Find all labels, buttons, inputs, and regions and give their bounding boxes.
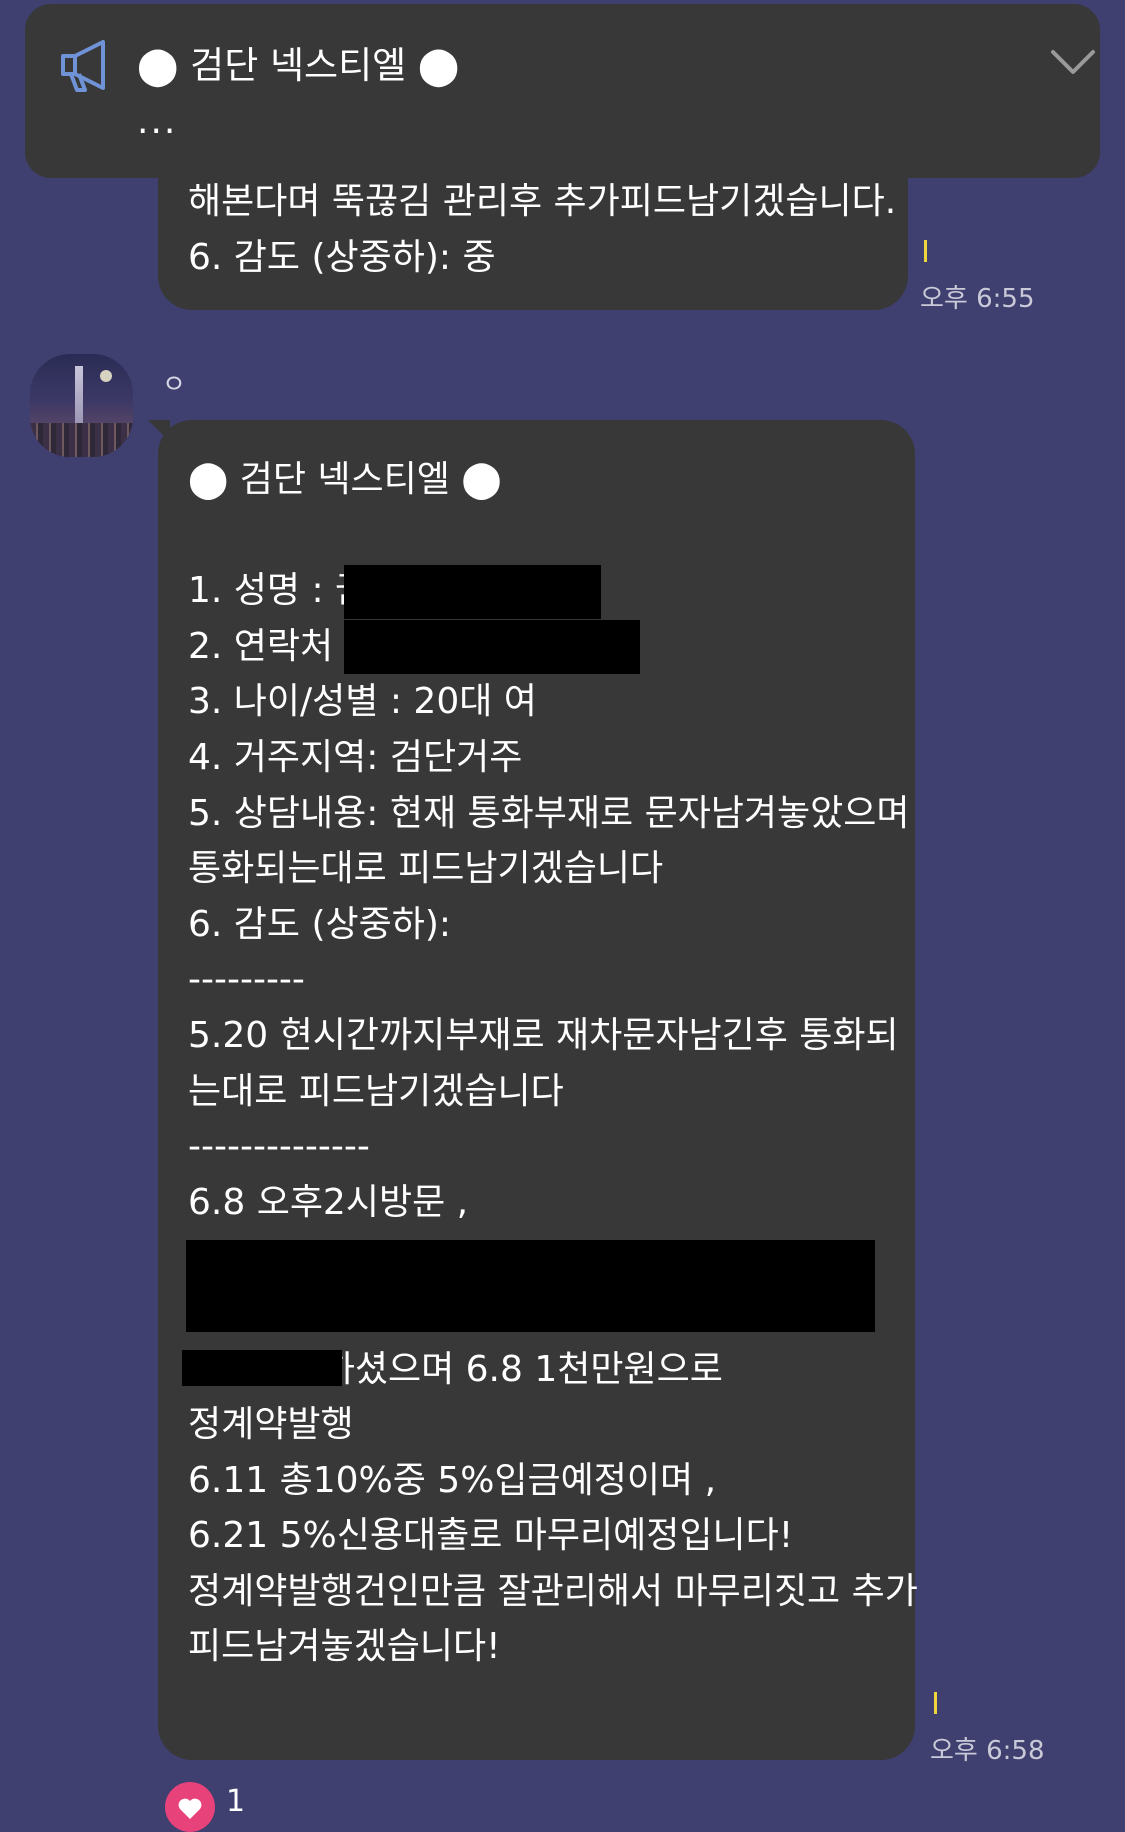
- unread-marker: [934, 1692, 937, 1714]
- message-bubble[interactable]: 해본다며 뚝끊김 관리후 추가피드남기겠습니다. 6. 감도 (상중하): 중: [158, 150, 908, 310]
- redaction-box: [182, 1350, 342, 1386]
- redaction-box: [344, 620, 640, 674]
- avatar[interactable]: [30, 354, 133, 457]
- message-line: [188, 508, 918, 564]
- notice-title: ⬤ 검단 넥스티엘 ⬤: [137, 44, 460, 87]
- message-line: 정계약발행: [188, 1404, 354, 1446]
- message-line: 4. 거주지역: 검단거주: [188, 736, 523, 778]
- message-line: 6.21 5%신용대출로 마무리예정입니다!: [188, 1515, 794, 1557]
- redaction-box: [186, 1240, 875, 1332]
- message-bubble[interactable]: ⬤ 검단 넥스티엘 ⬤ 1. 성명 : 권 2. 연락처 :3. 나이/성별 : 2…: [148, 420, 918, 1760]
- message-line: --------------: [188, 1126, 370, 1168]
- message-line: ---------: [188, 959, 305, 1001]
- sender-name: ㅇ: [162, 370, 186, 400]
- redaction-box: [344, 565, 601, 619]
- message-line: 6.8 오후2시방문 ,: [188, 1181, 469, 1223]
- message-text: 해본다며 뚝끊김 관리후 추가피드남기겠습니다. 6. 감도 (상중하): 중: [188, 174, 896, 285]
- message-line: 3. 나이/성별 : 20대 여: [188, 681, 537, 723]
- message-line: 통화되는대로 피드남기겠습니다: [188, 848, 664, 890]
- unread-marker: [924, 240, 927, 262]
- message-line: 정계약발행건인만큼 잘관리해서 마무리짓고 추가: [188, 1570, 918, 1612]
- message-line: 6. 감도 (상중하):: [188, 903, 452, 945]
- message-line: 5. 상담내용: 현재 통화부재로 문자남겨놓았으며: [188, 792, 910, 834]
- message-line: 피드남겨놓겠습니다!: [188, 1626, 501, 1668]
- chevron-down-icon[interactable]: [1049, 48, 1097, 78]
- megaphone-icon: [57, 38, 115, 92]
- message-line: 5.20 현시간까지부재로 재차문자남긴후 통화되: [188, 1014, 899, 1056]
- message-line: 6. 감도 (상중하): 중: [188, 236, 496, 278]
- message-line: 6.11 총10%중 5%입금예정이며 ,: [188, 1459, 717, 1501]
- reaction-badge[interactable]: [165, 1782, 215, 1832]
- message-line: 해본다며 뚝끊김 관리후 추가피드남기겠습니다.: [188, 181, 897, 222]
- heart-icon: [178, 1798, 202, 1819]
- message-line: ⬤ 검단 넥스티엘 ⬤: [188, 459, 502, 500]
- notice-preview: ...: [137, 101, 178, 142]
- message-line: 는대로 피드남기겠습니다: [188, 1070, 564, 1112]
- message-time: 오후 6:55: [920, 284, 1035, 314]
- reaction-count: 1: [226, 1784, 246, 1819]
- message-time: 오후 6:58: [930, 1736, 1045, 1766]
